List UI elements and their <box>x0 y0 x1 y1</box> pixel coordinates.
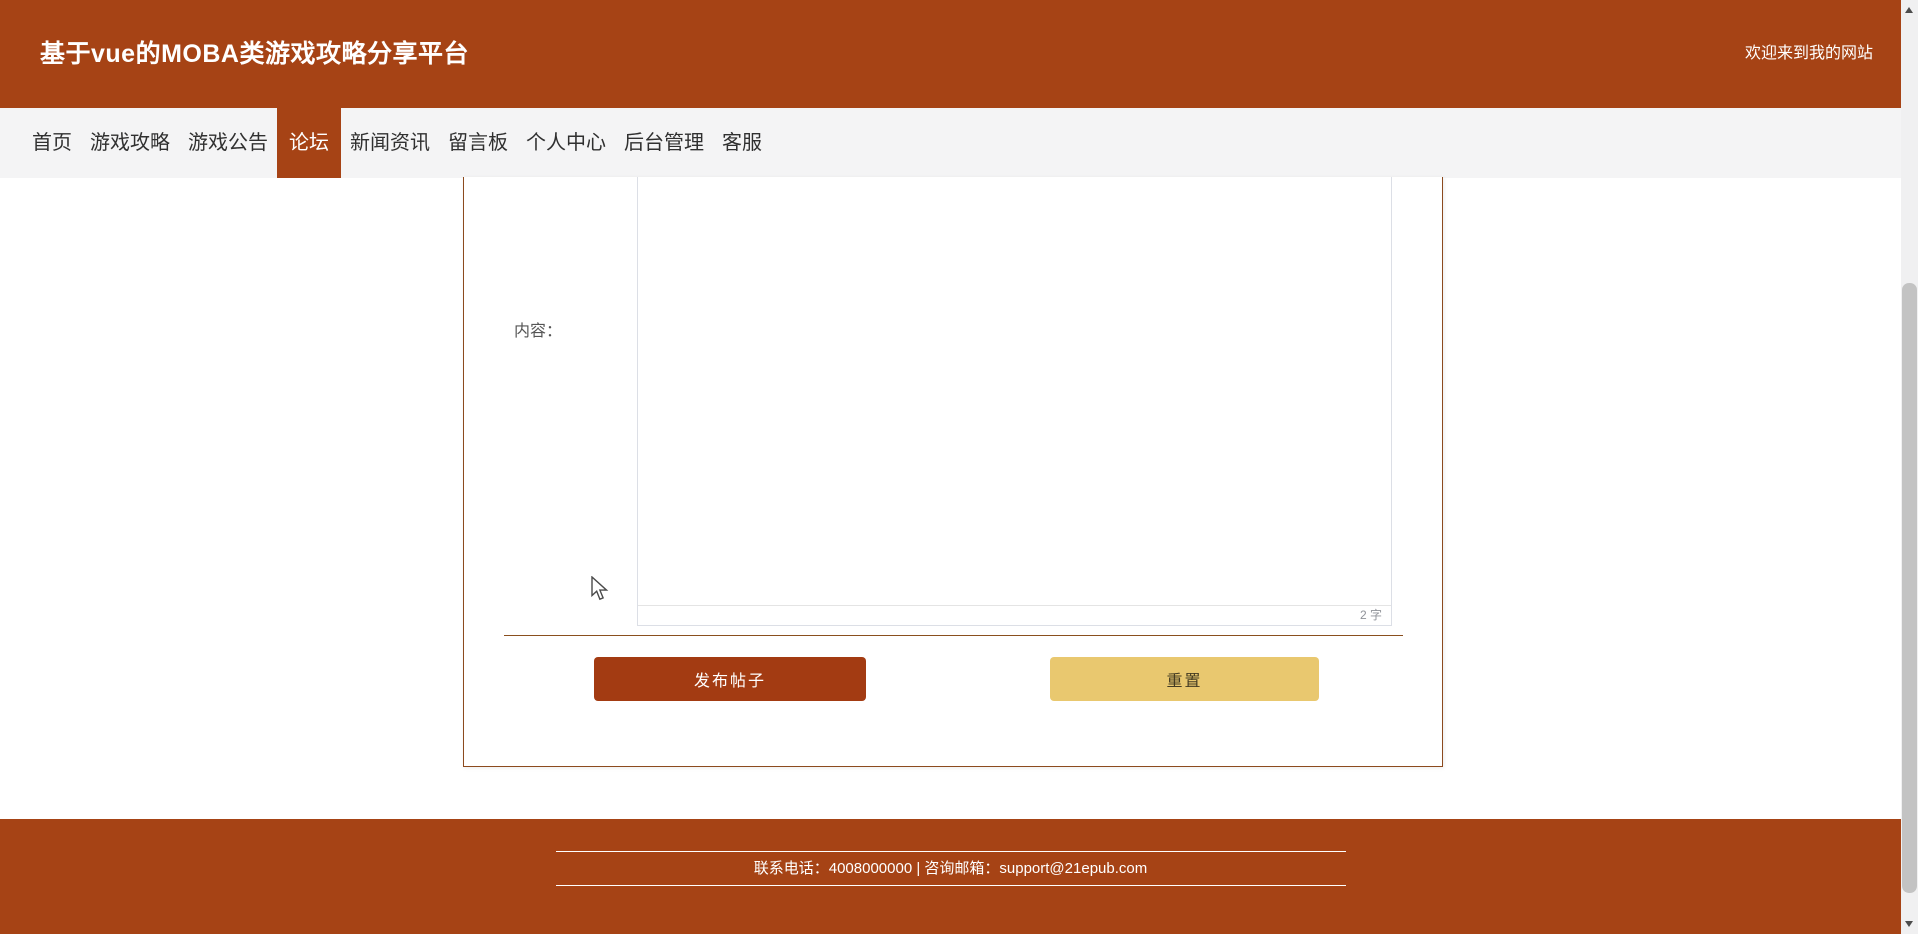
nav-item-news[interactable]: 新闻资讯 <box>341 108 439 178</box>
scroll-down-arrow-icon[interactable] <box>1905 921 1913 927</box>
publish-post-button[interactable]: 发布帖子 <box>594 657 866 701</box>
nav-item-game-announcements[interactable]: 游戏公告 <box>179 108 277 178</box>
content-textarea[interactable] <box>638 177 1391 606</box>
scroll-up-arrow-icon[interactable] <box>1905 7 1913 13</box>
header-banner: 基于vue的MOBA类游戏攻略分享平台 欢迎来到我的网站 <box>0 0 1901 108</box>
nav-item-forum-active[interactable]: 论坛 <box>277 108 341 178</box>
char-count-badge: 2 字 <box>638 605 1391 625</box>
welcome-text: 欢迎来到我的网站 <box>1744 45 1873 62</box>
footer-contact-info: 联系电话：4008000000 | 咨询邮箱：support@21epub.co… <box>555 851 1346 886</box>
nav-item-message-board[interactable]: 留言板 <box>439 108 517 178</box>
main-nav: 首页 游戏攻略 游戏公告 论坛 新闻资讯 留言板 个人中心 后台管理 客服 <box>0 108 1901 178</box>
page: 基于vue的MOBA类游戏攻略分享平台 欢迎来到我的网站 首页 游戏攻略 游戏公… <box>0 0 1918 934</box>
form-divider <box>504 635 1403 636</box>
content-field-label: 内容： <box>514 323 563 340</box>
site-title: 基于vue的MOBA类游戏攻略分享平台 <box>40 40 469 68</box>
nav-item-game-guides[interactable]: 游戏攻略 <box>81 108 179 178</box>
post-form-panel: 内容： 2 字 发布帖子 重置 <box>463 177 1443 767</box>
nav-item-customer-service[interactable]: 客服 <box>713 108 771 178</box>
nav-item-home[interactable]: 首页 <box>23 108 81 178</box>
nav-list: 首页 游戏攻略 游戏公告 论坛 新闻资讯 留言板 个人中心 后台管理 客服 <box>0 108 1901 178</box>
reset-button[interactable]: 重置 <box>1050 657 1319 701</box>
nav-item-admin[interactable]: 后台管理 <box>615 108 713 178</box>
footer: 联系电话：4008000000 | 咨询邮箱：support@21epub.co… <box>0 819 1901 934</box>
nav-item-personal-center[interactable]: 个人中心 <box>517 108 615 178</box>
vertical-scrollbar-thumb[interactable] <box>1902 283 1917 893</box>
content-textarea-wrap: 2 字 <box>637 177 1392 626</box>
